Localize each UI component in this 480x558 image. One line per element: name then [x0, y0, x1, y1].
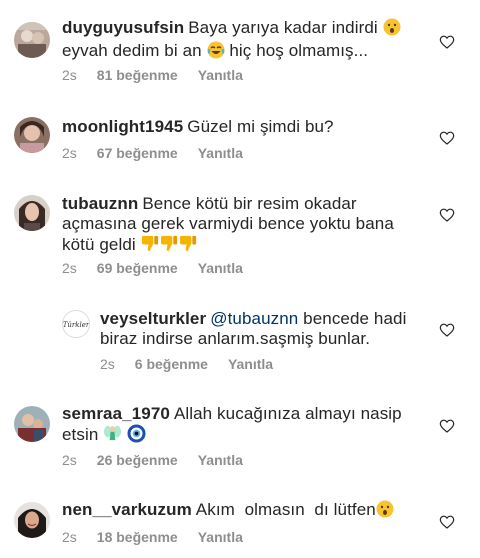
- comment-meta: 2s 69 beğenme Yanıtla: [62, 260, 243, 276]
- thumbs-down-icon: [141, 234, 160, 258]
- evil-eye-nazar-icon: [127, 424, 146, 448]
- comment-username[interactable]: duyguyusufsin: [62, 18, 184, 37]
- comment-username[interactable]: semraa_1970: [62, 404, 170, 423]
- thumbs-down-icon: [160, 234, 179, 258]
- heart-outline-icon[interactable]: [439, 34, 455, 50]
- comment-username[interactable]: moonlight1945: [62, 117, 183, 136]
- likes-count[interactable]: 26 beğenme: [97, 452, 178, 468]
- comment-text: semraa_1970 Allah kucağınıza almayı nasip…: [62, 404, 432, 448]
- comment-username[interactable]: nen__varkuzum: [62, 500, 192, 519]
- avatar[interactable]: [14, 502, 50, 538]
- comment-time: 2s: [62, 145, 77, 161]
- surprised-face-icon: [383, 18, 401, 41]
- mention-link[interactable]: @tubauznn: [210, 309, 298, 328]
- comment-text: veyselturkler @tubauznn bencede hadi bira…: [100, 309, 407, 348]
- avatar[interactable]: [14, 195, 50, 231]
- heart-outline-icon[interactable]: [439, 514, 455, 530]
- comment-meta: 2s 6 beğenme Yanıtla: [100, 356, 273, 372]
- reply-button[interactable]: Yanıtla: [198, 452, 243, 468]
- heart-outline-icon[interactable]: [439, 418, 455, 434]
- comment-text: moonlight1945 Güzel mi şimdi bu?: [62, 117, 334, 136]
- likes-count[interactable]: 6 beğenme: [135, 356, 208, 372]
- heart-outline-icon[interactable]: [439, 207, 455, 223]
- comment-username[interactable]: veyselturkler: [100, 309, 206, 328]
- comment-meta: 2s 26 beğenme Yanıtla: [62, 452, 243, 468]
- reply-button[interactable]: Yanıtla: [228, 356, 273, 372]
- comment-text: nen__varkuzum Akım olmasın dı lütfen: [62, 500, 432, 523]
- surprised-face-icon: [376, 500, 394, 523]
- comment-meta: 2s 81 beğenme Yanıtla: [62, 67, 243, 83]
- comment-text: duyguyusufsin Baya yarıya kadar indirdi e…: [62, 18, 432, 64]
- avatar[interactable]: [14, 117, 50, 153]
- avatar[interactable]: [14, 406, 50, 442]
- comment-text: tubauznn Bence kötü bir resim okadar açma…: [62, 194, 432, 258]
- comment-time: 2s: [62, 529, 77, 545]
- avatar[interactable]: Türkler: [62, 310, 90, 338]
- avatar[interactable]: [14, 22, 50, 58]
- comment-time: 2s: [62, 452, 77, 468]
- heart-outline-icon[interactable]: [439, 322, 455, 338]
- reply-button[interactable]: Yanıtla: [198, 529, 243, 545]
- tears-of-joy-face-icon: [207, 41, 225, 64]
- comment-username[interactable]: tubauznn: [62, 194, 138, 213]
- likes-count[interactable]: 18 beğenme: [97, 529, 178, 545]
- likes-count[interactable]: 67 beğenme: [97, 145, 178, 161]
- likes-count[interactable]: 81 beğenme: [97, 67, 178, 83]
- svg-text:Türkler: Türkler: [63, 321, 89, 329]
- comment-time: 2s: [62, 260, 77, 276]
- reply-button[interactable]: Yanıtla: [198, 67, 243, 83]
- fairy-icon: [103, 424, 122, 448]
- likes-count[interactable]: 69 beğenme: [97, 260, 178, 276]
- comment-meta: 2s 67 beğenme Yanıtla: [62, 145, 243, 161]
- comment-meta: 2s 18 beğenme Yanıtla: [62, 529, 243, 545]
- comment-time: 2s: [100, 356, 115, 372]
- reply-button[interactable]: Yanıtla: [198, 260, 243, 276]
- heart-outline-icon[interactable]: [439, 130, 455, 146]
- thumbs-down-icon: [179, 234, 198, 258]
- reply-button[interactable]: Yanıtla: [198, 145, 243, 161]
- comment-time: 2s: [62, 67, 77, 83]
